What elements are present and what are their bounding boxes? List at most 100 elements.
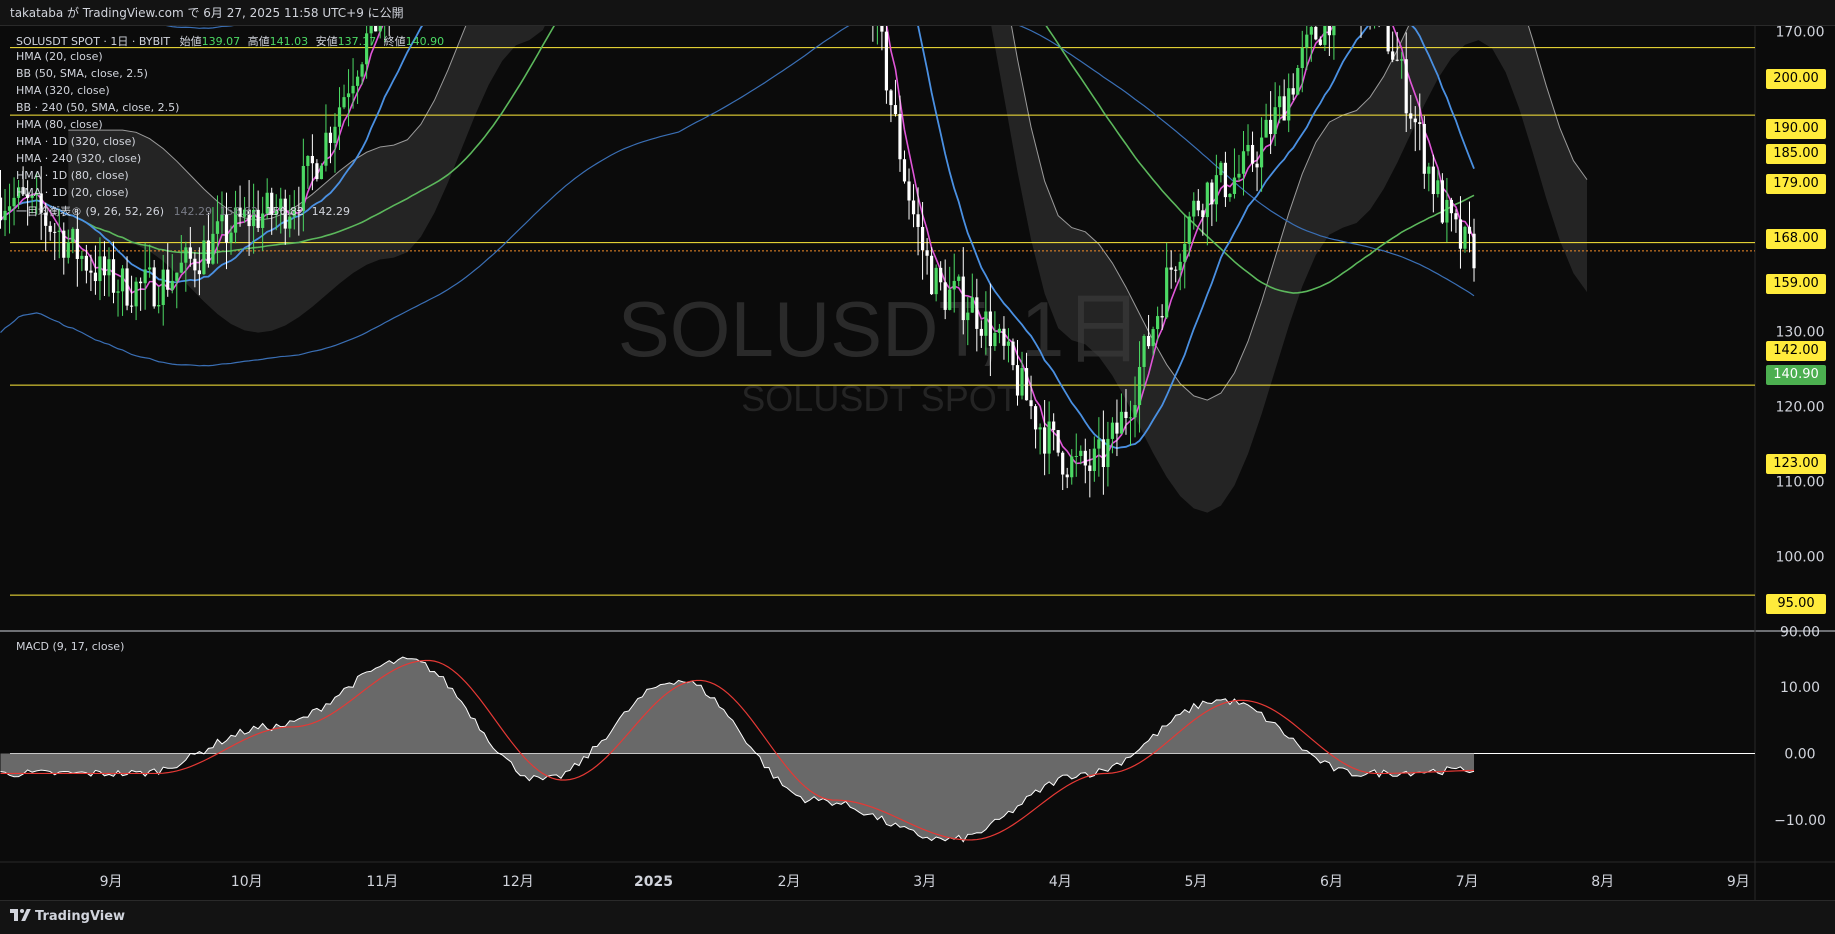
candle-body: [1269, 119, 1273, 135]
low-label: 安値: [315, 35, 338, 48]
candle-body: [148, 267, 152, 270]
price-tick-label: 100.00: [1776, 550, 1825, 566]
candle-body: [1250, 144, 1255, 164]
candle-body: [111, 259, 116, 293]
candle-body: [374, 26, 378, 32]
candle-body: [310, 155, 314, 164]
candle-body: [930, 255, 934, 295]
indicator-hma-1d-80[interactable]: HMA · 1D (80, close): [16, 169, 129, 182]
ichimoku-value-3: 156.82: [265, 205, 305, 218]
candle-body: [1074, 455, 1078, 457]
candle-body: [152, 267, 156, 307]
candle-body: [170, 280, 174, 290]
indicator-ichimoku[interactable]: 一目均衡表® (9, 26, 52, 26) 142.29 156.82 156…: [16, 203, 350, 219]
candle-body: [125, 268, 129, 306]
candle-body: [1088, 465, 1092, 472]
candle-body: [324, 132, 328, 166]
candle-body: [948, 289, 952, 310]
candle-body: [184, 247, 188, 263]
candle-body: [102, 256, 107, 276]
candle-body: [1020, 368, 1024, 396]
time-axis-label: 5月: [1184, 874, 1207, 890]
candle-body: [1282, 96, 1286, 121]
candle-body: [333, 126, 337, 143]
indicator-bb-240[interactable]: BB · 240 (50, SMA, close, 2.5): [16, 101, 179, 114]
price-tick-label: 130.00: [1776, 325, 1825, 341]
candle-body: [975, 297, 979, 329]
candle-body: [1413, 118, 1417, 123]
ichimoku-value-4: 142.29: [311, 205, 351, 218]
time-axis-label: 10月: [231, 874, 263, 890]
candle-body: [1201, 210, 1205, 218]
indicator-hma-1d-20[interactable]: HMA · 1D (20, close): [16, 186, 129, 199]
candle-body: [1246, 144, 1250, 152]
candle-body: [1463, 226, 1467, 249]
candle-body: [1305, 34, 1309, 48]
candle-body: [1458, 219, 1463, 249]
price-chart[interactable]: SOLUSDT, 1日SOLUSDT SPOT90.00100.00110.00…: [0, 26, 1835, 900]
indicator-hma-80[interactable]: HMA (80, close): [16, 118, 103, 131]
candle-body: [907, 181, 911, 201]
tradingview-icon: [10, 909, 32, 921]
macd-tick-label: 10.00: [1780, 680, 1820, 696]
high-value: 141.03: [269, 35, 309, 48]
macd-tick-label: −10.00: [1774, 813, 1826, 829]
candle-body: [1309, 26, 1313, 35]
candle-body: [1187, 216, 1191, 244]
candle-body: [1015, 365, 1020, 396]
indicator-hma-320[interactable]: HMA (320, close): [16, 84, 110, 97]
candle-body: [979, 328, 983, 336]
candle-body: [120, 268, 125, 292]
indicator-hma-240-320[interactable]: HMA · 240 (320, close): [16, 152, 141, 165]
candle-body: [884, 31, 889, 91]
candle-body: [1115, 422, 1119, 434]
candle-body: [1029, 400, 1033, 407]
candle-body: [1119, 411, 1124, 434]
indicator-hma-1d-320[interactable]: HMA · 1D (320, close): [16, 135, 136, 148]
candle-body: [134, 281, 138, 307]
high-label: 高値: [247, 35, 270, 48]
macd-legend[interactable]: MACD (9, 17, close): [16, 640, 124, 653]
candle-body: [1291, 88, 1295, 95]
candle-body: [211, 233, 215, 264]
candle-body: [925, 250, 929, 256]
candle-body: [1097, 439, 1101, 449]
candle-body: [197, 270, 201, 275]
candle-body: [206, 240, 211, 264]
candle-body: [1156, 316, 1160, 330]
candle-body: [920, 226, 925, 251]
publish-text: takataba が TradingView.com で 6月 27, 2025…: [10, 6, 404, 20]
indicator-bb-50[interactable]: BB (50, SMA, close, 2.5): [16, 67, 148, 80]
candle-body: [1151, 329, 1155, 347]
candle-body: [1169, 267, 1173, 270]
candle-body: [1431, 166, 1435, 195]
candle-body: [1192, 200, 1196, 217]
tradingview-logo[interactable]: TradingView: [10, 909, 125, 924]
candle-body: [93, 272, 98, 282]
candle-body: [116, 291, 120, 293]
time-axis-label: 12月: [502, 874, 534, 890]
price-tick-label: 170.00: [1776, 26, 1825, 41]
candle-body: [1142, 335, 1146, 367]
candle-body: [1024, 368, 1029, 401]
candle-body: [943, 282, 947, 310]
candle-body: [360, 64, 364, 77]
time-axis-label: 3月: [913, 874, 936, 890]
candle-body: [1174, 269, 1178, 271]
candle-body: [1106, 438, 1110, 468]
candle-body: [1124, 411, 1128, 419]
candle-body: [1137, 366, 1142, 406]
time-axis-label: 2025: [634, 874, 673, 890]
candle-body: [970, 297, 974, 313]
candle-body: [98, 256, 102, 282]
candle-body: [1400, 59, 1404, 61]
candle-body: [1079, 450, 1083, 456]
candle-body: [1232, 177, 1237, 194]
candle-body: [1101, 439, 1105, 468]
candle-body: [7, 206, 12, 211]
brand-name: TradingView: [35, 909, 126, 924]
indicator-hma-20[interactable]: HMA (20, close): [16, 50, 103, 63]
level-tag-159: 159.00: [1766, 274, 1826, 294]
candle-body: [902, 159, 907, 182]
candle-body: [893, 105, 898, 115]
